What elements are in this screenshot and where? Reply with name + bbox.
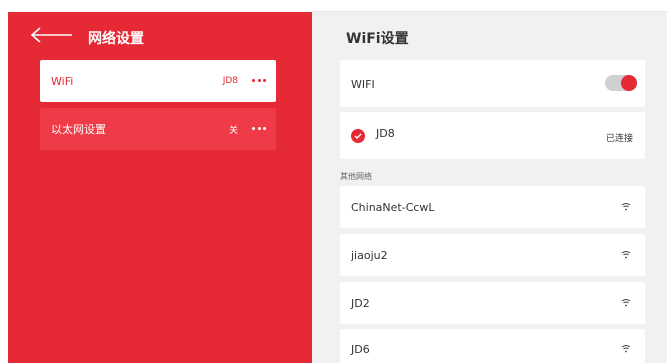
page-title: 网络设置: [88, 31, 144, 47]
network-ssid: JD2: [351, 297, 370, 310]
network-ssid: ChinaNet-CcwL: [351, 201, 435, 214]
wifi-toggle[interactable]: [605, 75, 637, 91]
network-item[interactable]: ChinaNet-CcwL: [340, 186, 645, 228]
wifi-signal-icon: [621, 203, 631, 211]
network-ssid: JD6: [351, 343, 370, 356]
network-ssid: jiaoju2: [351, 249, 388, 262]
divider: [312, 11, 667, 12]
wifi-toggle-row: WIFI: [340, 60, 645, 107]
connected-network-row[interactable]: JD8 已连接: [340, 112, 645, 159]
wifi-signal-icon: [621, 299, 631, 307]
more-icon[interactable]: [252, 125, 266, 131]
connected-ssid: JD8: [376, 127, 395, 140]
menu-item-label: 以太网设置: [51, 123, 106, 136]
network-item[interactable]: jiaoju2: [340, 234, 645, 276]
toggle-knob: [621, 75, 637, 91]
wifi-label: WIFI: [351, 78, 375, 91]
connection-status: 已连接: [605, 134, 633, 144]
network-item[interactable]: JD2: [340, 282, 645, 324]
network-item[interactable]: JD6: [340, 329, 645, 363]
menu-item-label: WiFi: [51, 74, 74, 88]
menu-item-status: 关: [228, 125, 238, 136]
menu-item-ethernet[interactable]: 以太网设置 关: [40, 108, 276, 150]
wifi-signal-icon: [621, 345, 631, 353]
other-networks-label: 其他网络: [340, 172, 372, 181]
check-icon: [351, 129, 365, 143]
section-title: WiFi设置: [346, 31, 409, 47]
more-icon[interactable]: [252, 77, 266, 83]
menu-item-wifi[interactable]: WiFi JD8: [40, 60, 276, 102]
wifi-signal-icon: [621, 251, 631, 259]
window: 网络设置 WiFi JD8 以太网设置 关 WiFi设置 WIFI JD8 已连…: [0, 0, 667, 363]
back-arrow-icon[interactable]: [30, 26, 74, 44]
menu-item-status: JD8: [222, 76, 238, 86]
